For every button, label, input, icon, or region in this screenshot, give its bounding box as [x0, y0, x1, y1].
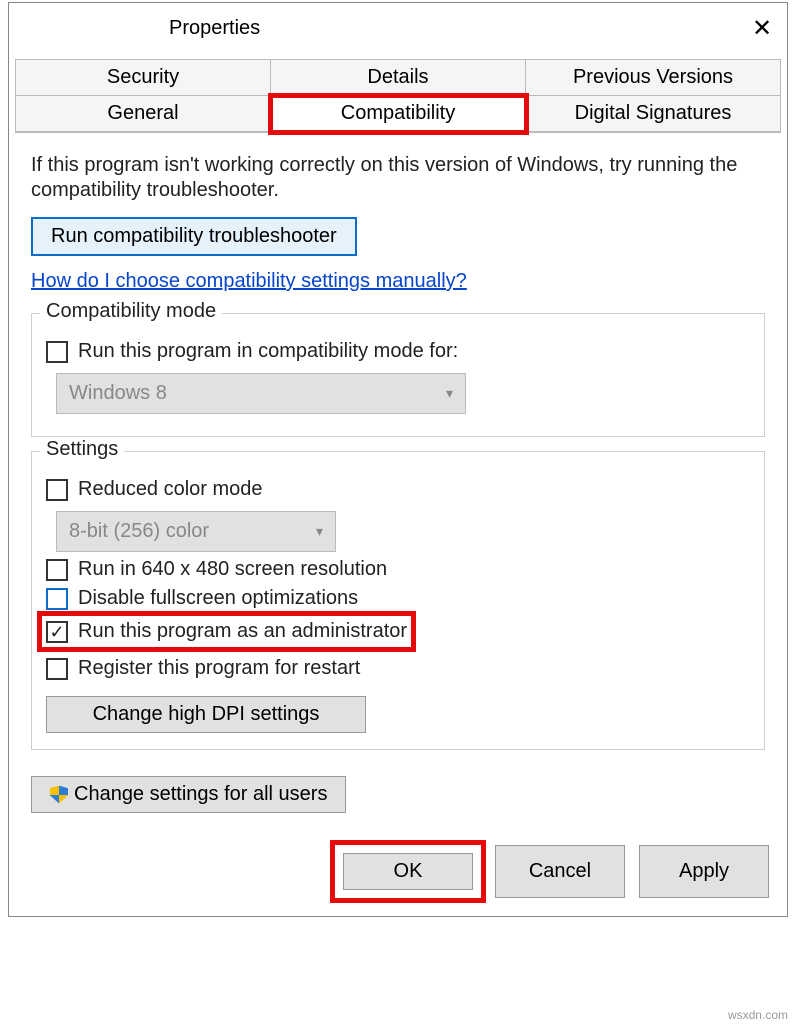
- res-640-label: Run in 640 x 480 screen resolution: [78, 558, 387, 581]
- disable-fullscreen-checkbox[interactable]: [46, 588, 68, 610]
- group-settings: Settings Reduced color mode 8-bit (256) …: [31, 451, 765, 750]
- disable-fullscreen-label: Disable fullscreen optimizations: [78, 587, 358, 610]
- apply-button[interactable]: Apply: [639, 845, 769, 898]
- tab-details[interactable]: Details: [271, 60, 526, 96]
- tab-general[interactable]: General: [16, 96, 271, 132]
- dialog-title: Properties: [9, 17, 260, 40]
- register-restart-label: Register this program for restart: [78, 657, 360, 680]
- color-depth-value: 8-bit (256) color: [69, 520, 209, 543]
- group-label-settings: Settings: [40, 438, 124, 461]
- run-admin-checkbox[interactable]: ✓: [46, 621, 68, 643]
- compat-mode-label: Run this program in compatibility mode f…: [78, 340, 458, 363]
- chevron-down-icon: ▾: [316, 523, 323, 540]
- reduced-color-label: Reduced color mode: [78, 478, 263, 501]
- compat-mode-checkbox[interactable]: [46, 341, 68, 363]
- res-640-checkbox[interactable]: [46, 559, 68, 581]
- reduced-color-checkbox[interactable]: [46, 479, 68, 501]
- all-users-button[interactable]: Change settings for all users: [31, 776, 346, 813]
- chevron-down-icon: ▾: [446, 385, 453, 402]
- intro-text: If this program isn't working correctly …: [31, 153, 765, 203]
- tab-previous-versions[interactable]: Previous Versions: [526, 60, 780, 96]
- color-depth-combo[interactable]: 8-bit (256) color ▾: [56, 511, 336, 552]
- dialog-footer: OK Cancel Apply: [9, 831, 787, 916]
- titlebar: Properties ✕: [9, 3, 787, 53]
- run-admin-label: Run this program as an administrator: [78, 620, 407, 643]
- run-admin-row: ✓ Run this program as an administrator: [42, 616, 411, 647]
- run-troubleshooter-button[interactable]: Run compatibility troubleshooter: [31, 217, 357, 256]
- help-link[interactable]: How do I choose compatibility settings m…: [31, 270, 467, 293]
- register-restart-checkbox[interactable]: [46, 658, 68, 680]
- cancel-button[interactable]: Cancel: [495, 845, 625, 898]
- properties-dialog: Properties ✕ Security Details Previous V…: [8, 2, 788, 917]
- group-label-compat: Compatibility mode: [40, 300, 222, 323]
- close-icon[interactable]: ✕: [737, 14, 787, 43]
- tab-compatibility[interactable]: Compatibility: [271, 96, 526, 132]
- all-users-label: Change settings for all users: [74, 783, 327, 806]
- compat-mode-combo[interactable]: Windows 8 ▾: [56, 373, 466, 414]
- ok-button[interactable]: OK: [343, 853, 473, 890]
- watermark: wsxdn.com: [728, 1008, 788, 1022]
- group-compat-mode: Compatibility mode Run this program in c…: [31, 313, 765, 437]
- tab-strip: Security Details Previous Versions Gener…: [15, 59, 781, 133]
- tab-body: If this program isn't working correctly …: [9, 139, 787, 750]
- compat-mode-combo-value: Windows 8: [69, 382, 167, 405]
- tab-digital-signatures[interactable]: Digital Signatures: [526, 96, 780, 132]
- shield-icon: [50, 786, 68, 804]
- tab-security[interactable]: Security: [16, 60, 271, 96]
- high-dpi-button[interactable]: Change high DPI settings: [46, 696, 366, 733]
- ok-highlight: OK: [335, 845, 481, 898]
